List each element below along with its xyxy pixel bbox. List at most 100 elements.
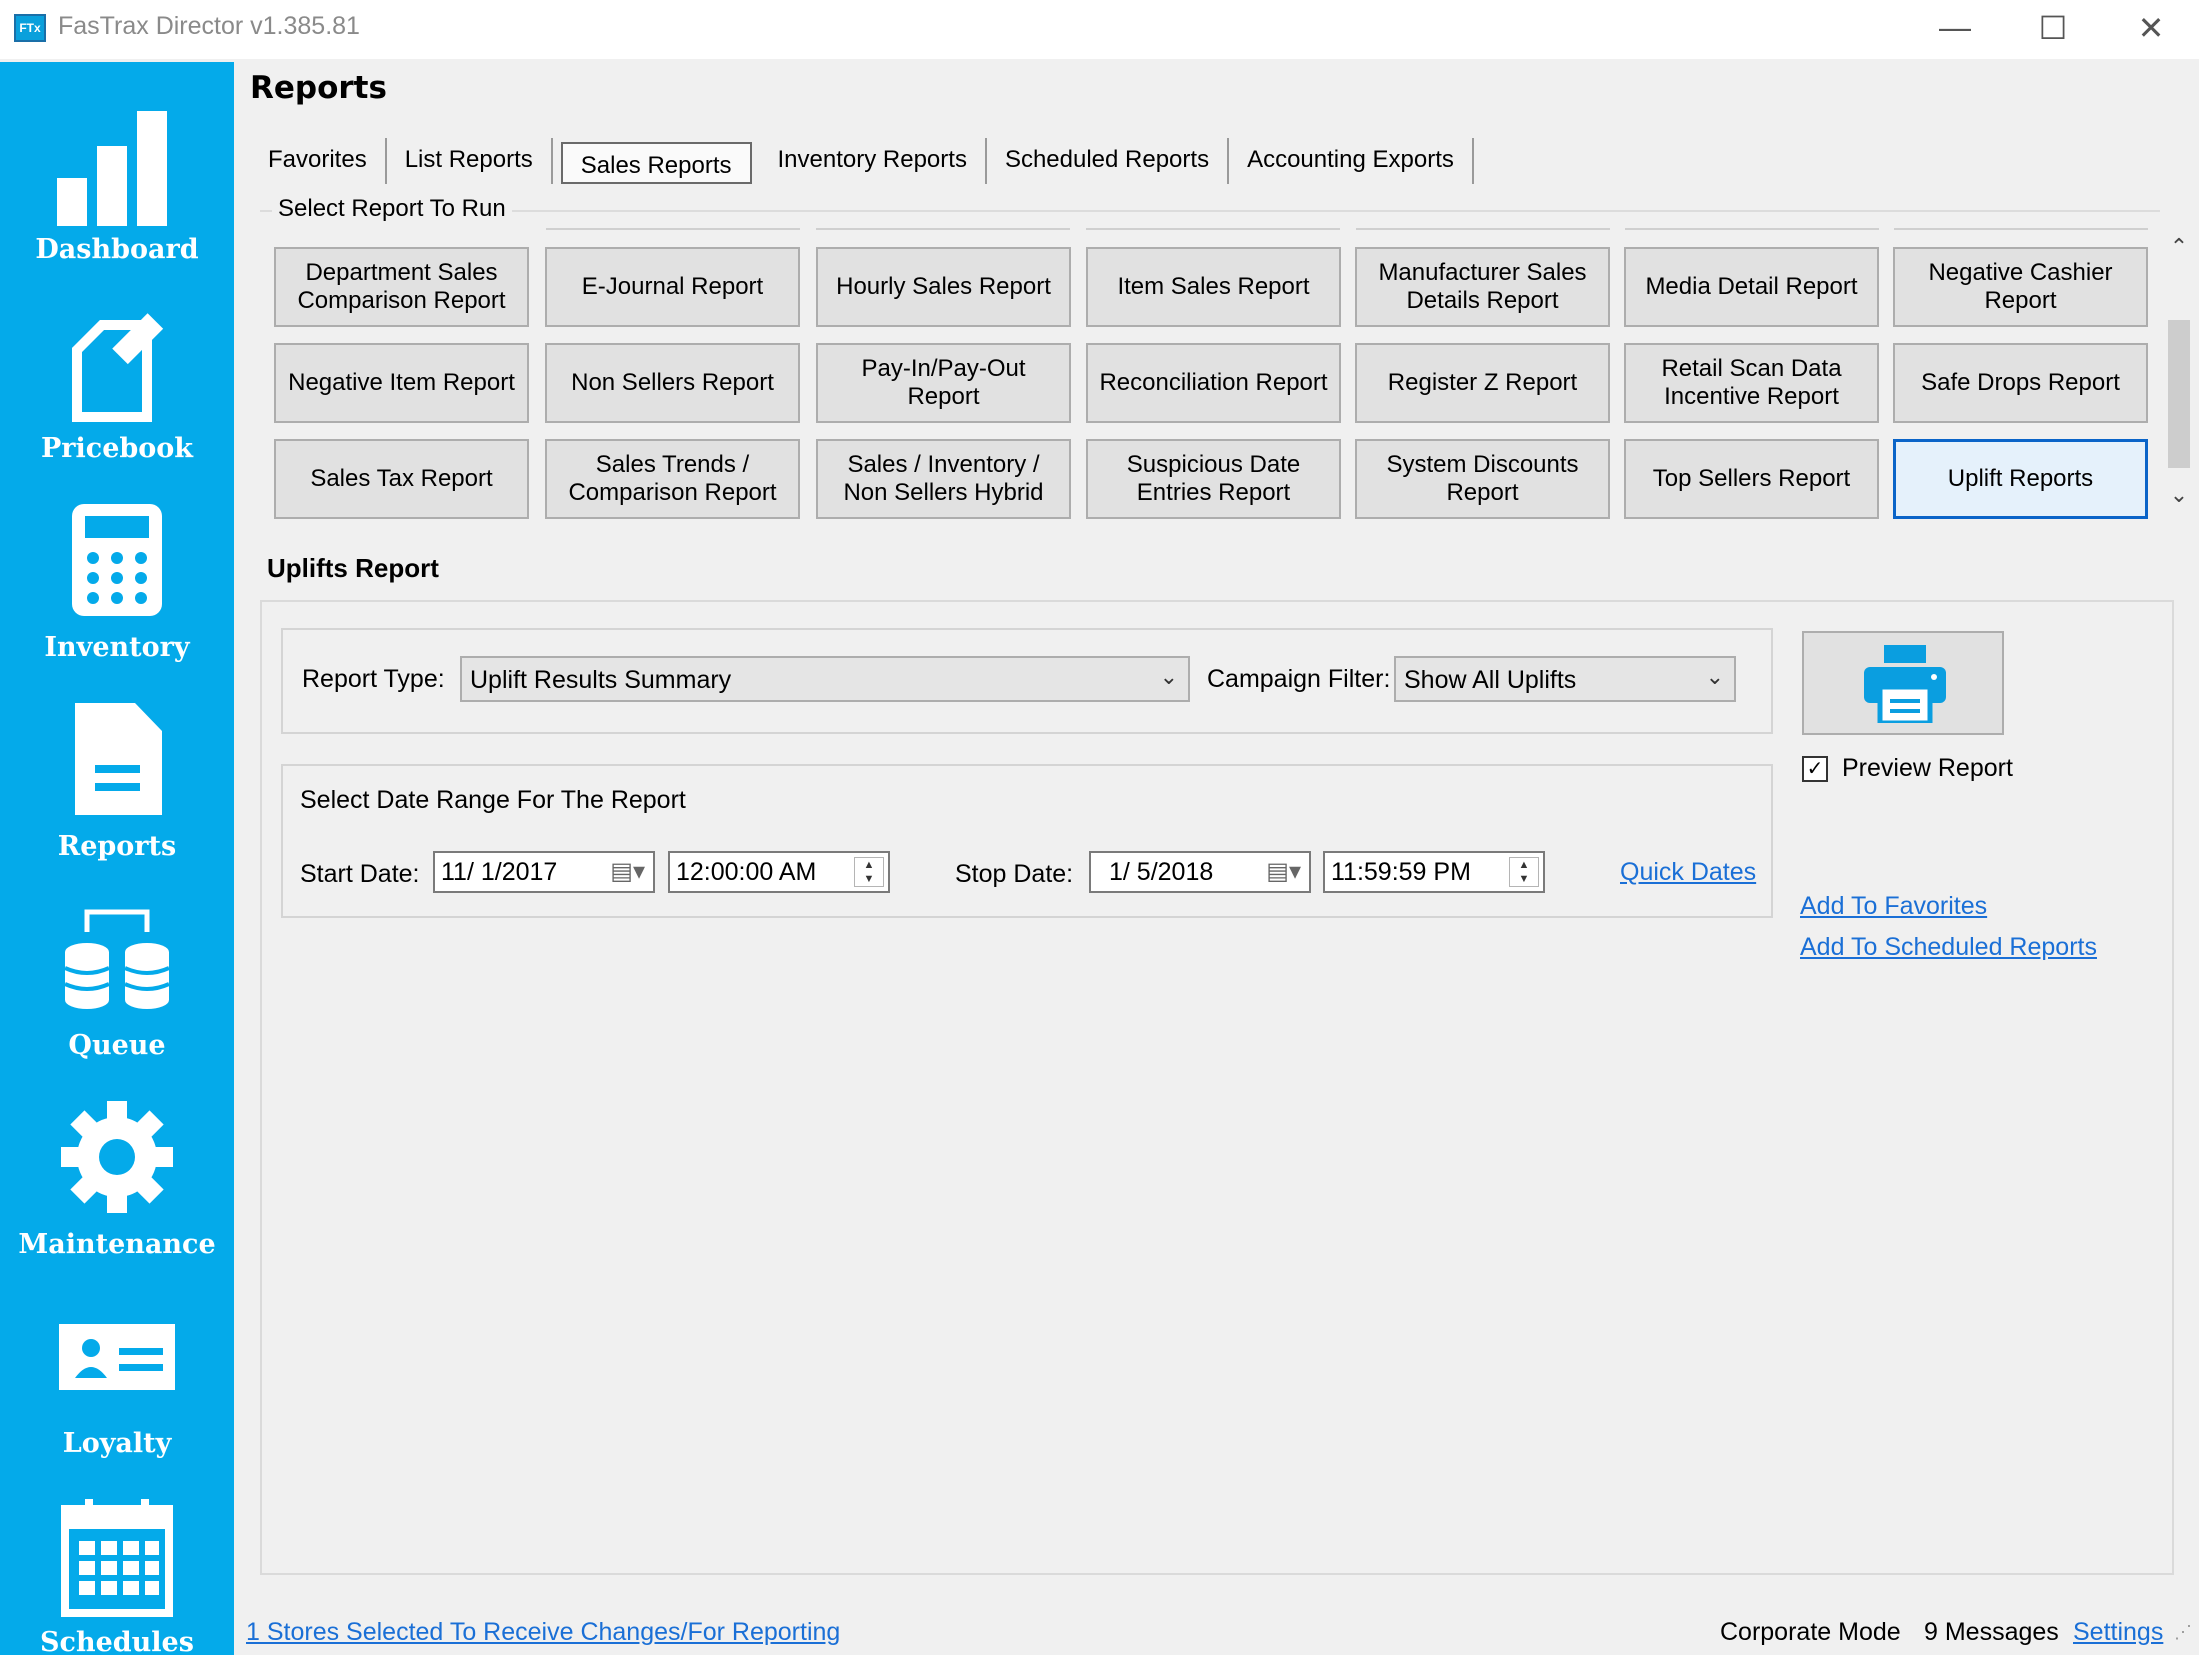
scroll-thumb[interactable] (2168, 320, 2190, 468)
sidebar-item-label: Schedules (40, 1627, 194, 1655)
add-to-favorites-link[interactable]: Add To Favorites (1800, 892, 1987, 921)
time-spinner-icon[interactable]: ▲ ▼ (854, 857, 884, 887)
sidebar-item-inventory[interactable]: Inventory (0, 504, 234, 684)
sidebar-item-label: Maintenance (18, 1229, 216, 1260)
uplifts-panel (260, 600, 2174, 1575)
maximize-button[interactable]: ☐ (2003, 0, 2103, 55)
negative-cashier-report-button[interactable]: Negative Cashier Report (1893, 247, 2148, 327)
start-time-picker[interactable]: 12:00:00 AM ▲ ▼ (668, 851, 890, 893)
campaign-filter-select[interactable]: Show All Uplifts ⌄ (1394, 656, 1736, 702)
manufacturer-sales-details-report-button[interactable]: Manufacturer Sales Details Report (1355, 247, 1610, 327)
tab-inventory-reports[interactable]: Inventory Reports (760, 138, 987, 184)
section-title: Uplifts Report (267, 553, 439, 583)
sales-trends-comparison-report-button[interactable]: Sales Trends / Comparison Report (545, 439, 800, 519)
print-report-button[interactable] (1802, 631, 2004, 735)
sidebar-item-queue[interactable]: Queue (0, 902, 234, 1082)
campaign-filter-value: Show All Uplifts (1404, 666, 1577, 694)
sidebar-item-loyalty[interactable]: Loyalty (0, 1300, 234, 1480)
document-icon (75, 703, 162, 815)
resize-grip-icon[interactable]: ⋰ (2174, 1622, 2192, 1643)
page-title: Reports (250, 70, 387, 106)
sidebar-item-dashboard[interactable]: Dashboard (0, 106, 234, 286)
scroll-down-icon[interactable]: ⌄ (2164, 482, 2194, 512)
preview-report-checkbox[interactable]: ✓ (1802, 756, 1828, 782)
top-sellers-report-button[interactable]: Top Sellers Report (1624, 439, 1879, 519)
stores-selected-link[interactable]: 1 Stores Selected To Receive Changes/For… (246, 1618, 840, 1647)
member-card-icon (59, 1324, 175, 1390)
column-divider (1086, 228, 1340, 230)
suspicious-date-entries-report-button[interactable]: Suspicious Date Entries Report (1086, 439, 1341, 519)
sidebar-item-label: Dashboard (35, 234, 199, 265)
sidebar-item-reports[interactable]: Reports (0, 703, 234, 883)
preview-report-label: Preview Report (1842, 754, 2013, 782)
tab-list-reports[interactable]: List Reports (387, 138, 553, 184)
hourly-sales-report-button[interactable]: Hourly Sales Report (816, 247, 1071, 327)
stop-date-picker[interactable]: 1/ 5/2018 ▤▾ (1089, 851, 1311, 893)
report-list-scrollbar[interactable]: ⌃ ⌄ (2164, 230, 2194, 520)
close-button[interactable]: ✕ (2101, 0, 2199, 55)
bar-chart-icon (57, 111, 167, 226)
sidebar: Dashboard Pricebook Inventory Reports Qu… (0, 62, 234, 1655)
messages-count[interactable]: 9 Messages (1924, 1618, 2059, 1647)
pay-in-pay-out-report-button[interactable]: Pay-In/Pay-Out Report (816, 343, 1071, 423)
sidebar-item-label: Queue (68, 1030, 166, 1061)
corporate-mode-label: Corporate Mode (1720, 1618, 1901, 1646)
non-sellers-report-button[interactable]: Non Sellers Report (545, 343, 800, 423)
gear-icon (61, 1101, 173, 1213)
app-icon: FTx (14, 14, 46, 42)
sidebar-item-label: Loyalty (62, 1428, 172, 1459)
retail-scan-data-incentive-report-button[interactable]: Retail Scan Data Incentive Report (1624, 343, 1879, 423)
sidebar-item-label: Pricebook (40, 433, 193, 464)
safe-drops-report-button[interactable]: Safe Drops Report (1893, 343, 2148, 423)
calendar-dropdown-icon[interactable]: ▤▾ (610, 857, 645, 886)
media-detail-report-button[interactable]: Media Detail Report (1624, 247, 1879, 327)
title-bar: FTx FasTrax Director v1.385.81 — ☐ ✕ (0, 0, 2199, 59)
sidebar-item-schedules[interactable]: Schedules (0, 1499, 234, 1655)
sidebar-item-pricebook[interactable]: Pricebook (0, 305, 234, 485)
uplift-reports-button[interactable]: Uplift Reports (1893, 439, 2148, 519)
register-z-report-button[interactable]: Register Z Report (1355, 343, 1610, 423)
campaign-filter-label: Campaign Filter: (1207, 665, 1391, 693)
negative-item-report-button[interactable]: Negative Item Report (274, 343, 529, 423)
tab-favorites[interactable]: Favorites (250, 138, 387, 184)
start-date-label: Start Date: (300, 860, 420, 888)
database-transfer-icon (64, 909, 170, 1009)
report-type-value: Uplift Results Summary (470, 666, 732, 694)
start-time-value: 12:00:00 AM (676, 858, 817, 886)
printer-icon (1864, 645, 1946, 723)
reconciliation-report-button[interactable]: Reconciliation Report (1086, 343, 1341, 423)
tab-accounting-exports[interactable]: Accounting Exports (1229, 138, 1474, 184)
tab-sales-reports[interactable]: Sales Reports (560, 142, 752, 184)
status-bar: 1 Stores Selected To Receive Changes/For… (234, 1610, 2199, 1655)
report-group-label: Select Report To Run (272, 195, 512, 223)
calendar-dropdown-icon[interactable]: ▤▾ (1266, 857, 1301, 886)
add-to-scheduled-reports-link[interactable]: Add To Scheduled Reports (1800, 933, 2097, 962)
pricebook-icon (72, 313, 164, 422)
sales-inventory-non-sellers-hybrid-button[interactable]: Sales / Inventory / Non Sellers Hybrid (816, 439, 1071, 519)
e-journal-report-button[interactable]: E-Journal Report (545, 247, 800, 327)
report-type-select[interactable]: Uplift Results Summary ⌄ (460, 656, 1190, 702)
time-spinner-icon[interactable]: ▲ ▼ (1509, 857, 1539, 887)
column-divider (546, 228, 800, 230)
column-divider (1894, 228, 2148, 230)
sidebar-item-label: Inventory (44, 632, 190, 663)
stop-time-picker[interactable]: 11:59:59 PM ▲ ▼ (1323, 851, 1545, 893)
column-divider (1356, 228, 1610, 230)
settings-link[interactable]: Settings (2073, 1618, 2163, 1647)
stop-date-value: 1/ 5/2018 (1109, 858, 1214, 886)
system-discounts-report-button[interactable]: System Discounts Report (1355, 439, 1610, 519)
date-range-label: Select Date Range For The Report (300, 786, 686, 814)
sales-tax-report-button[interactable]: Sales Tax Report (274, 439, 529, 519)
minimize-button[interactable]: — (1905, 0, 2005, 55)
department-sales-comparison-report-button[interactable]: Department Sales Comparison Report (274, 247, 529, 327)
item-sales-report-button[interactable]: Item Sales Report (1086, 247, 1341, 327)
quick-dates-link[interactable]: Quick Dates (1620, 858, 1756, 887)
scroll-up-icon[interactable]: ⌃ (2164, 234, 2194, 264)
tab-scheduled-reports[interactable]: Scheduled Reports (987, 138, 1230, 184)
sidebar-item-label: Reports (57, 831, 177, 862)
start-date-value: 11/ 1/2017 (441, 858, 558, 886)
calendar-icon (61, 1499, 173, 1617)
start-date-picker[interactable]: 11/ 1/2017 ▤▾ (433, 851, 655, 893)
report-type-label: Report Type: (302, 665, 445, 693)
sidebar-item-maintenance[interactable]: Maintenance (0, 1101, 234, 1281)
